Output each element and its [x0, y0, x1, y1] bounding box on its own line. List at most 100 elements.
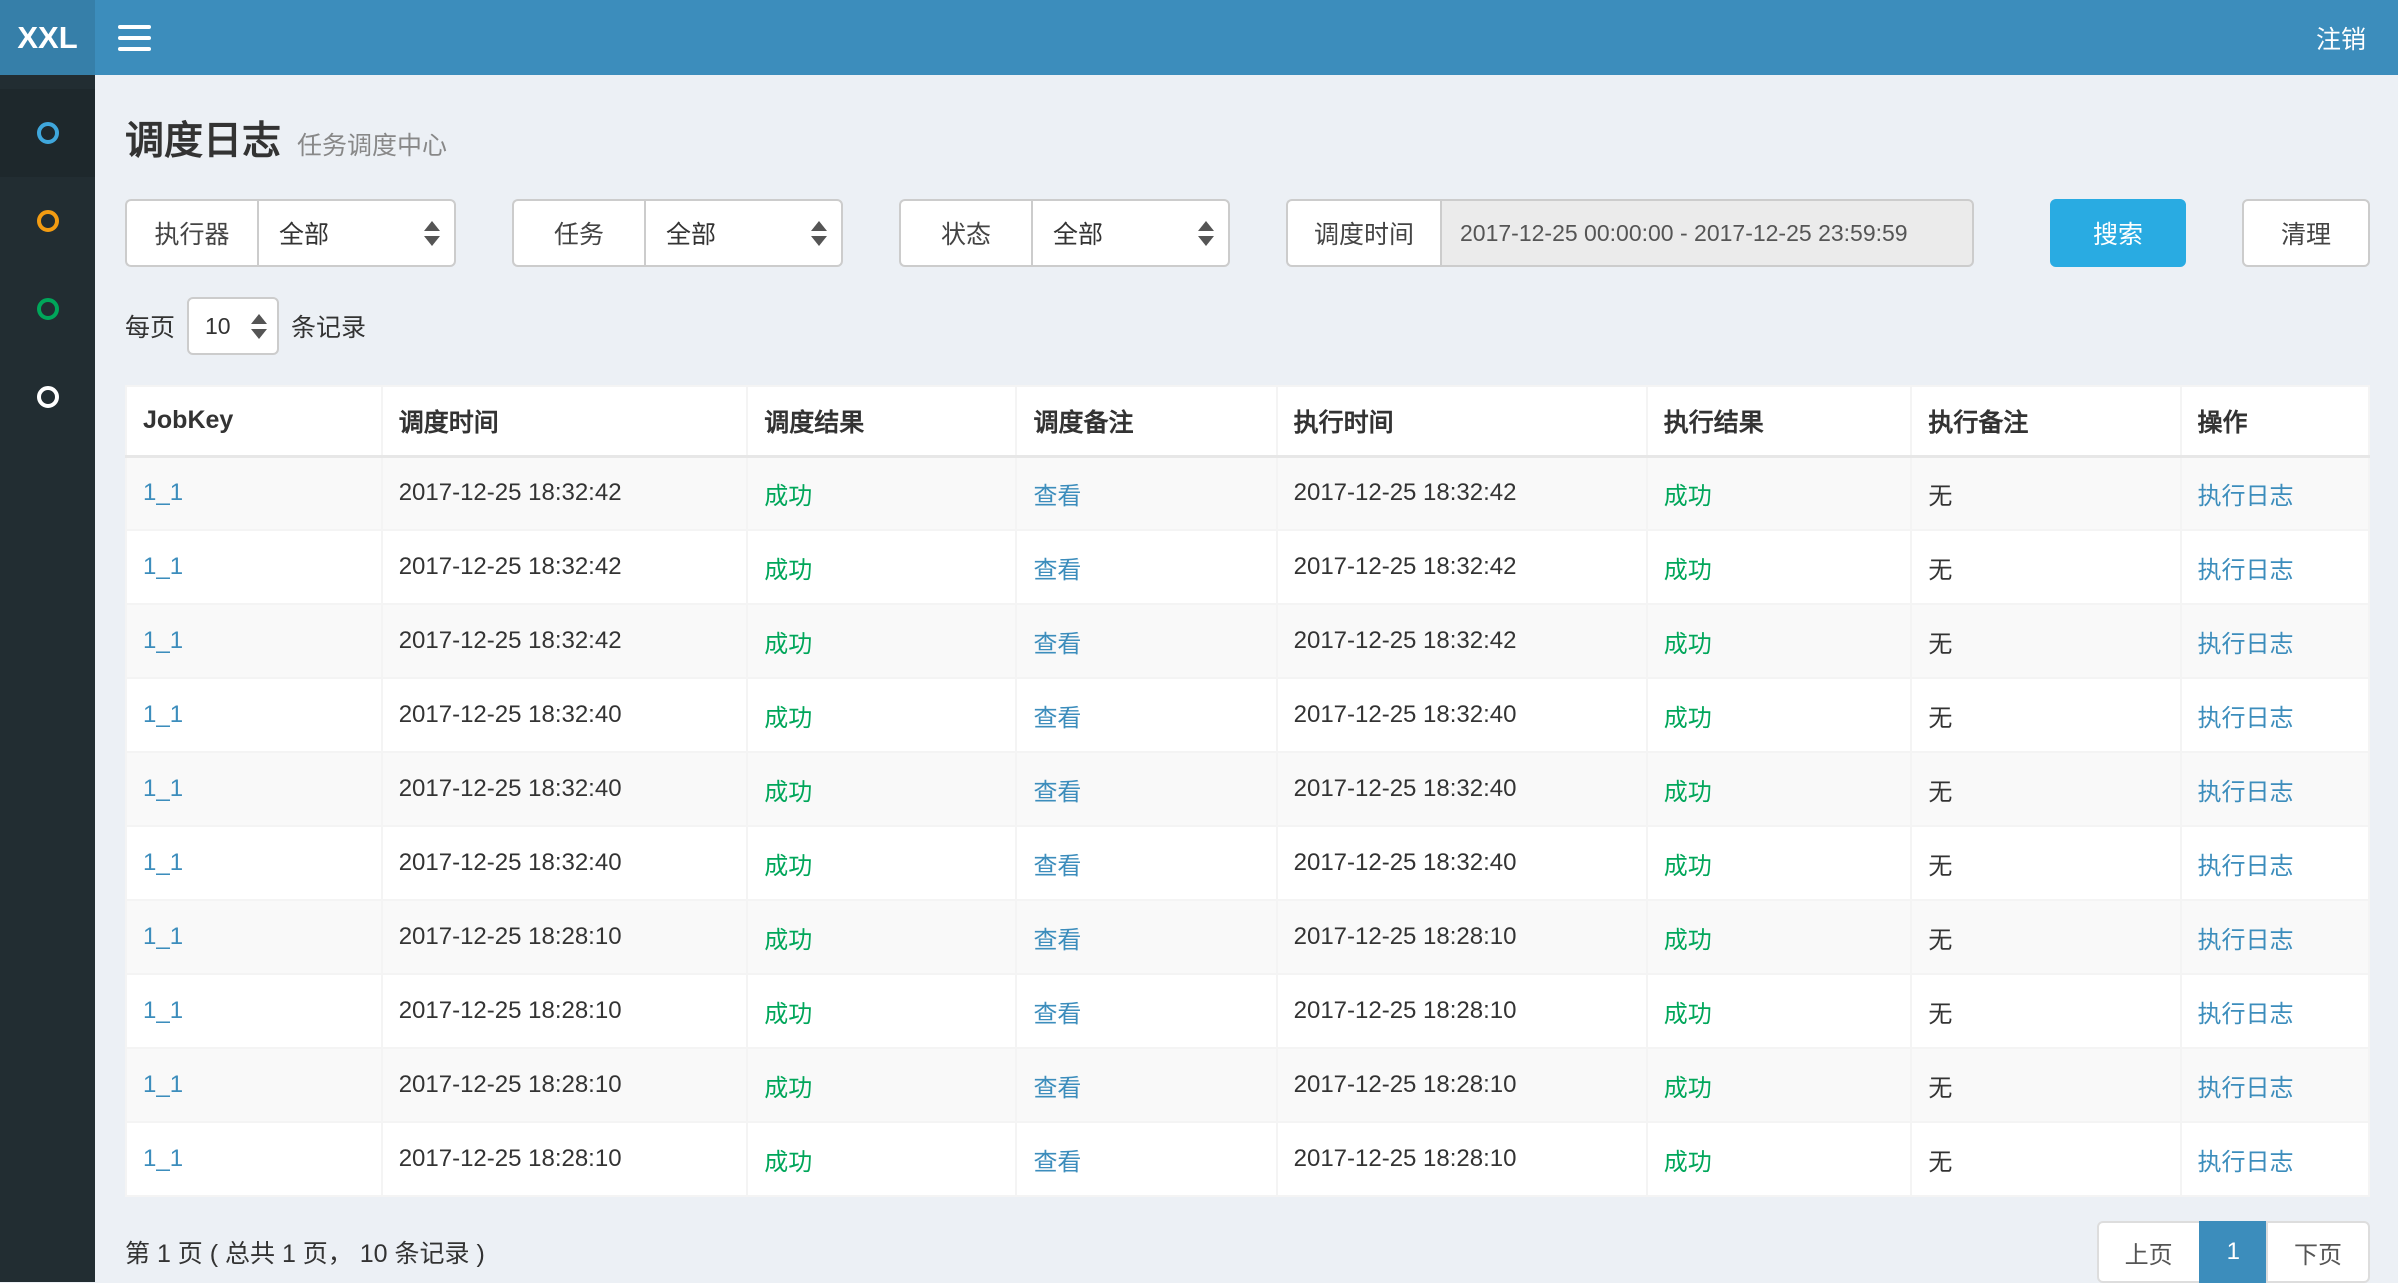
jobkey-link[interactable]: 1_1 — [143, 923, 183, 950]
trigger-time: 2017-12-25 18:32:42 — [399, 627, 622, 654]
clear-button[interactable]: 清理 — [2242, 199, 2370, 267]
jobkey-link[interactable]: 1_1 — [143, 479, 183, 506]
top-navbar: XXL 注销 — [0, 0, 2398, 75]
jobkey-link[interactable]: 1_1 — [143, 1145, 183, 1172]
cell-handle_msg: 无 — [1911, 826, 2180, 900]
table-row: 1_12017-12-25 18:28:10成功查看2017-12-25 18:… — [126, 1122, 2369, 1196]
page-size-value: 10 — [205, 313, 231, 340]
cell-action: 执行日志 — [2181, 974, 2369, 1048]
jobkey-link[interactable]: 1_1 — [143, 849, 183, 876]
execution-log-link[interactable]: 执行日志 — [2198, 927, 2294, 954]
pagination-next-button[interactable]: 下页 — [2266, 1221, 2370, 1283]
table-row: 1_12017-12-25 18:28:10成功查看2017-12-25 18:… — [126, 974, 2369, 1048]
circle-icon — [37, 298, 59, 320]
sidebar-item-2[interactable] — [0, 177, 95, 265]
execution-log-link[interactable]: 执行日志 — [2198, 631, 2294, 658]
trigger-msg-link[interactable]: 查看 — [1033, 557, 1081, 584]
main-content: 调度日志 任务调度中心 执行器 全部 任务 全部 — [95, 75, 2398, 1282]
cell-handle_result: 成功 — [1647, 1048, 1912, 1122]
table-row: 1_12017-12-25 18:28:10成功查看2017-12-25 18:… — [126, 1048, 2369, 1122]
cell-trigger_msg: 查看 — [1016, 530, 1276, 604]
trigger-msg-link[interactable]: 查看 — [1033, 483, 1081, 510]
cell-handle_result: 成功 — [1647, 604, 1912, 678]
execution-log-link[interactable]: 执行日志 — [2198, 853, 2294, 880]
cell-job_key: 1_1 — [126, 678, 382, 752]
trigger-msg-link[interactable]: 查看 — [1033, 853, 1081, 880]
filter-job-select[interactable]: 全部 — [644, 199, 843, 267]
execution-log-link[interactable]: 执行日志 — [2198, 779, 2294, 806]
handle-msg: 无 — [1928, 483, 1952, 510]
trigger-msg-link[interactable]: 查看 — [1033, 1001, 1081, 1028]
handle-msg: 无 — [1928, 1001, 1952, 1028]
pagination-page-1-button[interactable]: 1 — [2199, 1221, 2268, 1283]
handle-msg: 无 — [1928, 631, 1952, 658]
pagination-prev-button[interactable]: 上页 — [2097, 1221, 2201, 1283]
execution-log-link[interactable]: 执行日志 — [2198, 1149, 2294, 1176]
sidebar-item-4[interactable] — [0, 353, 95, 441]
sidebar-menu — [0, 75, 95, 1282]
cell-trigger_time: 2017-12-25 18:28:10 — [382, 1122, 748, 1196]
cell-trigger_result: 成功 — [747, 826, 1016, 900]
execution-log-link[interactable]: 执行日志 — [2198, 1075, 2294, 1102]
cell-action: 执行日志 — [2181, 900, 2369, 974]
page-size-control: 每页 10 条记录 — [125, 297, 2370, 355]
cell-handle_time: 2017-12-25 18:32:42 — [1277, 604, 1647, 678]
cell-action: 执行日志 — [2181, 678, 2369, 752]
page-size-select[interactable]: 10 — [187, 297, 279, 355]
handle-result: 成功 — [1664, 853, 1712, 880]
select-arrows-icon — [424, 221, 440, 246]
filter-status-select[interactable]: 全部 — [1031, 199, 1230, 267]
filter-status-value: 全部 — [1053, 215, 1103, 251]
handle-result: 成功 — [1664, 1149, 1712, 1176]
cell-trigger_result: 成功 — [747, 752, 1016, 826]
cell-trigger_msg: 查看 — [1016, 900, 1276, 974]
cell-handle_result: 成功 — [1647, 752, 1912, 826]
table-row: 1_1 2017-12-25 18:28:10 成功 查看 2017-12-25 18:… — [126, 900, 2369, 974]
execution-log-link[interactable]: 执行日志 — [2198, 557, 2294, 584]
cell-handle_msg: 无 — [1911, 604, 2180, 678]
sidebar-item-3[interactable] — [0, 265, 95, 353]
sidebar-item-1[interactable] — [0, 89, 95, 177]
trigger-msg-link[interactable]: 查看 — [1033, 1149, 1081, 1176]
execution-log-link[interactable]: 执行日志 — [2198, 705, 2294, 732]
cell-action: 执行日志 — [2181, 1122, 2369, 1196]
handle-time: 2017-12-25 18:28:10 — [1294, 923, 1517, 950]
logout-link[interactable]: 注销 — [2316, 20, 2366, 56]
trigger-msg-link[interactable]: 查看 — [1033, 779, 1081, 806]
cell-handle_msg: 无 — [1911, 530, 2180, 604]
trigger-result: 成功 — [764, 631, 812, 658]
cell-action: 执行日志 — [2181, 752, 2369, 826]
trigger-time: 2017-12-25 18:28:10 — [399, 923, 622, 950]
cell-handle_time: 2017-12-25 18:32:40 — [1277, 826, 1647, 900]
trigger-result: 成功 — [764, 853, 812, 880]
cell-handle_result: 成功 — [1647, 678, 1912, 752]
handle-time: 2017-12-25 18:32:40 — [1294, 701, 1517, 728]
column-header-handle_result: 执行结果 — [1647, 386, 1912, 456]
table-footer: 第 1 页 ( 总共 1 页， 10 条记录 ) 上页 1 下页 — [125, 1221, 2370, 1283]
trigger-msg-link[interactable]: 查看 — [1033, 631, 1081, 658]
trigger-msg-link[interactable]: 查看 — [1033, 927, 1081, 954]
jobkey-link[interactable]: 1_1 — [143, 701, 183, 728]
filter-status: 状态 全部 — [899, 199, 1230, 267]
handle-time: 2017-12-25 18:28:10 — [1294, 1145, 1517, 1172]
jobkey-link[interactable]: 1_1 — [143, 997, 183, 1024]
jobkey-link[interactable]: 1_1 — [143, 627, 183, 654]
cell-trigger_result: 成功 — [747, 1122, 1016, 1196]
execution-log-link[interactable]: 执行日志 — [2198, 1001, 2294, 1028]
execution-log-link[interactable]: 执行日志 — [2198, 483, 2294, 510]
trigger-msg-link[interactable]: 查看 — [1033, 705, 1081, 732]
page-subtitle: 任务调度中心 — [297, 125, 447, 167]
jobkey-link[interactable]: 1_1 — [143, 775, 183, 802]
cell-handle_result: 成功 — [1647, 900, 1912, 974]
filter-executor-select[interactable]: 全部 — [257, 199, 456, 267]
table-row: 1_12017-12-25 18:32:42成功查看2017-12-25 18:… — [126, 530, 2369, 604]
trigger-msg-link[interactable]: 查看 — [1033, 1075, 1081, 1102]
jobkey-link[interactable]: 1_1 — [143, 1071, 183, 1098]
search-button[interactable]: 搜索 — [2050, 199, 2186, 267]
sidebar-toggle-button[interactable] — [95, 0, 173, 75]
cell-job_key: 1_1 — [126, 456, 382, 530]
jobkey-link[interactable]: 1_1 — [143, 553, 183, 580]
filter-trigger-time-input[interactable] — [1440, 199, 1974, 267]
app-logo[interactable]: XXL — [0, 0, 95, 75]
cell-trigger_msg: 查看 — [1016, 752, 1276, 826]
